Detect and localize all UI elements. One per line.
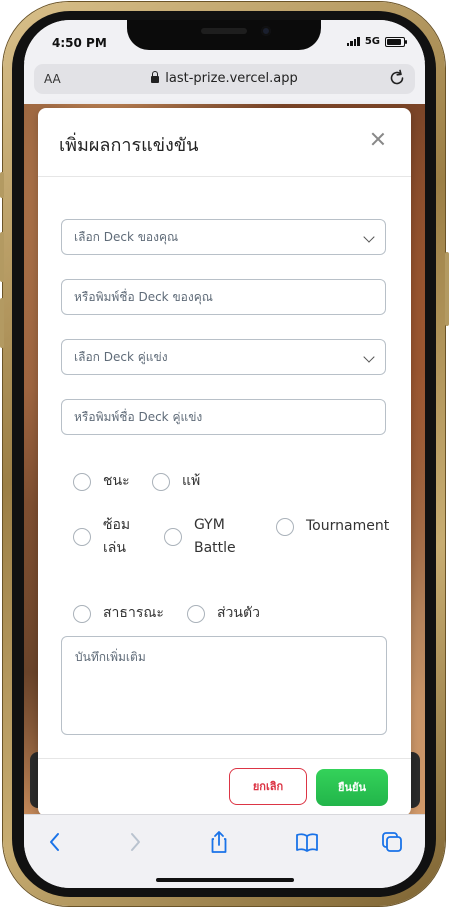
modal-footer: ยกเลิก ยืนยัน (38, 758, 411, 816)
power-button (445, 252, 449, 326)
volume-down-button (0, 298, 4, 348)
cancel-button[interactable]: ยกเลิก (229, 768, 307, 805)
modal-header: เพิ่มผลการแข่งขัน (38, 108, 411, 177)
opponent-deck-name-input[interactable] (74, 401, 373, 433)
bookmarks-icon[interactable] (294, 829, 320, 855)
match-type-gym-battle-radio[interactable]: GYM Battle (164, 514, 236, 560)
url-text: last-prize.vercel.app (165, 71, 298, 86)
match-type-practice-radio[interactable]: ซ้อมเล่น (73, 514, 130, 560)
my-deck-select[interactable]: เลือก Deck ของคุณ (61, 219, 386, 255)
tabs-icon[interactable] (379, 829, 405, 855)
mute-switch (0, 172, 4, 198)
radio-circle[interactable] (73, 472, 91, 491)
notes-placeholder: บันทึกเพิ่มเติม (75, 650, 146, 664)
front-camera (261, 26, 271, 36)
browser-toolbar (24, 814, 425, 888)
status-time: 4:50 PM (52, 36, 107, 50)
match-type-tournament-label: Tournament (306, 518, 390, 534)
status-indicators: 5G (346, 36, 407, 47)
add-match-result-modal: เพิ่มผลการแข่งขัน เลือก Deck ของคุณ เลือ… (38, 108, 411, 816)
opponent-deck-select-placeholder: เลือก Deck คู่แข่ง (74, 350, 168, 364)
radio-circle[interactable] (164, 528, 182, 546)
lock-icon (151, 71, 160, 83)
share-icon[interactable] (206, 829, 232, 855)
network-label: 5G (364, 36, 380, 47)
result-lose-label: แพ้ (182, 473, 201, 489)
opponent-deck-select[interactable]: เลือก Deck คู่แข่ง (61, 339, 386, 375)
visibility-private-radio[interactable]: ส่วนตัว (187, 602, 260, 625)
chevron-down-icon (363, 351, 375, 363)
my-deck-select-placeholder: เลือก Deck ของคุณ (74, 230, 179, 244)
match-type-tournament-radio[interactable]: Tournament (276, 515, 389, 538)
practice-label-line1: ซ้อม (103, 517, 131, 533)
visibility-private-label: ส่วนตัว (217, 605, 260, 621)
notch (127, 20, 321, 50)
volume-up-button (0, 232, 4, 282)
modal-title: เพิ่มผลการแข่งขัน (59, 135, 199, 156)
my-deck-name-field[interactable] (61, 279, 386, 315)
visibility-public-radio[interactable]: สาธารณะ (73, 602, 164, 625)
practice-label-line2: เล่น (103, 540, 126, 556)
chevron-down-icon (363, 231, 375, 243)
url-display[interactable]: last-prize.vercel.app (34, 71, 415, 86)
signal-icon (346, 37, 360, 46)
reload-icon[interactable] (387, 68, 407, 88)
radio-circle[interactable] (73, 604, 91, 623)
result-lose-radio[interactable]: แพ้ (152, 470, 200, 493)
radio-circle[interactable] (187, 604, 205, 623)
battery-icon (385, 36, 407, 47)
confirm-button[interactable]: ยืนยัน (316, 769, 388, 806)
notes-textarea[interactable]: บันทึกเพิ่มเติม (61, 636, 387, 735)
match-type-gym-battle-label: GYM Battle (194, 514, 236, 560)
match-type-practice-label: ซ้อมเล่น (103, 514, 130, 560)
visibility-public-label: สาธารณะ (103, 605, 164, 621)
result-win-radio[interactable]: ชนะ (73, 470, 130, 493)
gym-label-line1: GYM (194, 517, 225, 533)
home-indicator[interactable] (156, 878, 294, 882)
screen: 4:50 PM 5G AA last-prize.vercel.app เพิ่… (24, 20, 425, 888)
my-deck-name-input[interactable] (74, 281, 373, 313)
forward-arrow-icon[interactable] (122, 829, 148, 855)
back-arrow-icon[interactable] (42, 829, 68, 855)
address-bar[interactable]: AA last-prize.vercel.app (34, 64, 415, 94)
radio-circle[interactable] (152, 472, 170, 491)
result-win-label: ชนะ (103, 473, 130, 489)
radio-circle[interactable] (276, 517, 294, 536)
speaker-grille (201, 28, 247, 34)
radio-circle[interactable] (73, 528, 91, 546)
close-icon[interactable] (369, 130, 387, 148)
opponent-deck-name-field[interactable] (61, 399, 386, 435)
gym-label-line2: Battle (194, 540, 236, 556)
